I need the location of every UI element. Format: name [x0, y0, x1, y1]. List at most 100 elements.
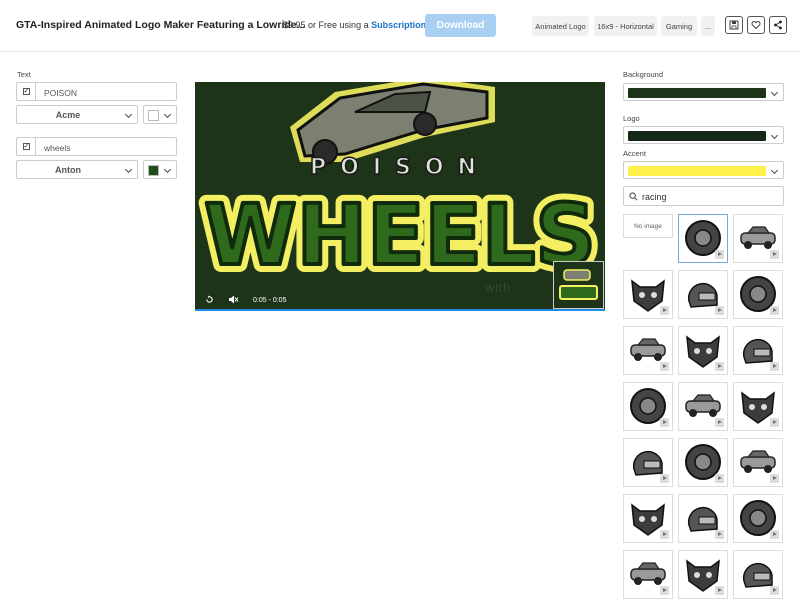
template-robot-mask[interactable]	[733, 382, 783, 431]
template-classic-car[interactable]	[623, 326, 673, 375]
template-monster-face[interactable]	[678, 438, 728, 487]
play-icon	[660, 418, 669, 427]
template-sports-car[interactable]	[733, 270, 783, 319]
font-1-value: Acme	[55, 110, 81, 120]
accent-color-select[interactable]	[623, 161, 784, 179]
save-icon[interactable]	[725, 16, 743, 34]
play-icon	[715, 306, 724, 315]
download-button[interactable]: Download	[425, 14, 496, 37]
template-car-wheel[interactable]	[623, 494, 673, 543]
play-icon	[715, 586, 724, 595]
logo-artwork: POISON WHEELS WHEELS with	[195, 82, 605, 311]
no-image-label: No image	[634, 223, 662, 230]
video-thumbnail[interactable]	[553, 261, 604, 309]
logo-main-text: WHEELS	[204, 186, 596, 284]
progress-bar[interactable]	[195, 309, 605, 311]
chevron-down-icon	[163, 165, 172, 174]
video-preview[interactable]: POISON WHEELS WHEELS with 0:05 - 0:05	[195, 82, 605, 311]
no-image-option[interactable]: No image	[623, 214, 673, 238]
logo-color-bar	[628, 131, 766, 141]
mute-icon[interactable]	[229, 295, 239, 306]
text-1-checkbox[interactable]: ✓	[17, 83, 36, 100]
thumbnail-logo	[554, 262, 603, 308]
text-2-checkbox[interactable]: ✓	[17, 138, 36, 155]
chevron-down-icon	[124, 165, 133, 174]
chevron-down-icon	[124, 110, 133, 119]
template-trophy-car[interactable]	[733, 550, 783, 599]
font-select-1[interactable]: Acme	[16, 105, 138, 124]
chevron-down-icon	[770, 166, 779, 175]
template-tiger[interactable]	[733, 214, 783, 263]
search-value: racing	[642, 192, 667, 202]
accent-label: Accent	[623, 149, 646, 158]
chevron-down-icon	[770, 88, 779, 97]
price-info: $9.95 or Free using a Subscription	[283, 20, 426, 30]
template-atv-rider[interactable]	[733, 494, 783, 543]
tag-aspect[interactable]: 16x9 - Horizontal	[594, 16, 657, 36]
accent-color-bar	[628, 166, 766, 176]
play-icon	[770, 362, 779, 371]
play-icon	[660, 530, 669, 539]
play-icon	[660, 306, 669, 315]
template-wheel-racer[interactable]	[678, 494, 728, 543]
font-select-2[interactable]: Anton	[16, 160, 138, 179]
tag-more[interactable]: ...	[701, 16, 715, 36]
play-icon	[770, 306, 779, 315]
play-icon	[770, 418, 779, 427]
template-panther[interactable]	[623, 270, 673, 319]
template-crossed-pistons[interactable]	[678, 326, 728, 375]
play-icon	[770, 250, 779, 259]
price-text: or Free using a	[308, 20, 369, 30]
color-select-1[interactable]	[143, 105, 177, 124]
price-amount: $9.95	[283, 20, 306, 30]
template-race-car[interactable]	[678, 214, 728, 263]
play-icon	[715, 362, 724, 371]
template-motocross-helmet[interactable]	[623, 438, 673, 487]
tag-gaming[interactable]: Gaming	[661, 16, 697, 36]
play-icon	[715, 418, 724, 427]
color-swatch-1	[148, 110, 159, 121]
logo-color-label: Logo	[623, 114, 640, 123]
search-icon	[629, 192, 638, 201]
template-biker-helmet[interactable]	[623, 382, 673, 431]
text-field-2[interactable]: ✓ wheels	[16, 137, 177, 156]
chevron-down-icon	[163, 110, 172, 119]
template-racer-car-side[interactable]	[678, 550, 728, 599]
logo-top-text: POISON	[310, 155, 490, 180]
template-buggy[interactable]	[623, 550, 673, 599]
text-section-label: Text	[17, 70, 31, 79]
play-icon	[770, 530, 779, 539]
time-display: 0:05 - 0:05	[253, 297, 287, 304]
heart-icon[interactable]	[747, 16, 765, 34]
watermark-text: with	[485, 281, 510, 295]
font-2-value: Anton	[55, 165, 81, 175]
color-select-2[interactable]	[143, 160, 177, 179]
subscription-link[interactable]: Subscription	[371, 20, 426, 30]
replay-icon[interactable]	[205, 295, 214, 306]
play-icon	[715, 530, 724, 539]
play-icon	[770, 474, 779, 483]
template-helmet-woman[interactable]	[733, 326, 783, 375]
play-icon	[660, 474, 669, 483]
play-icon	[715, 250, 724, 259]
template-search[interactable]: racing	[623, 186, 784, 206]
color-swatch-2	[148, 165, 159, 176]
text-2-value: wheels	[44, 143, 71, 153]
background-color-select[interactable]	[623, 83, 784, 101]
background-color-bar	[628, 88, 766, 98]
template-off-road-truck[interactable]	[678, 382, 728, 431]
logo-color-select[interactable]	[623, 126, 784, 144]
play-icon	[715, 474, 724, 483]
template-racer[interactable]	[678, 270, 728, 319]
top-bar: GTA-Inspired Animated Logo Maker Featuri…	[0, 0, 800, 52]
template-buggy-driver[interactable]	[733, 438, 783, 487]
share-icon[interactable]	[769, 16, 787, 34]
play-icon	[660, 586, 669, 595]
tag-animated-logo[interactable]: Animated Logo	[532, 16, 589, 36]
text-1-value: POISON	[44, 88, 78, 98]
page-title: GTA-Inspired Animated Logo Maker Featuri…	[16, 19, 306, 31]
text-field-1[interactable]: ✓ POISON	[16, 82, 177, 101]
play-icon	[660, 362, 669, 371]
background-label: Background	[623, 70, 664, 79]
play-icon	[770, 586, 779, 595]
